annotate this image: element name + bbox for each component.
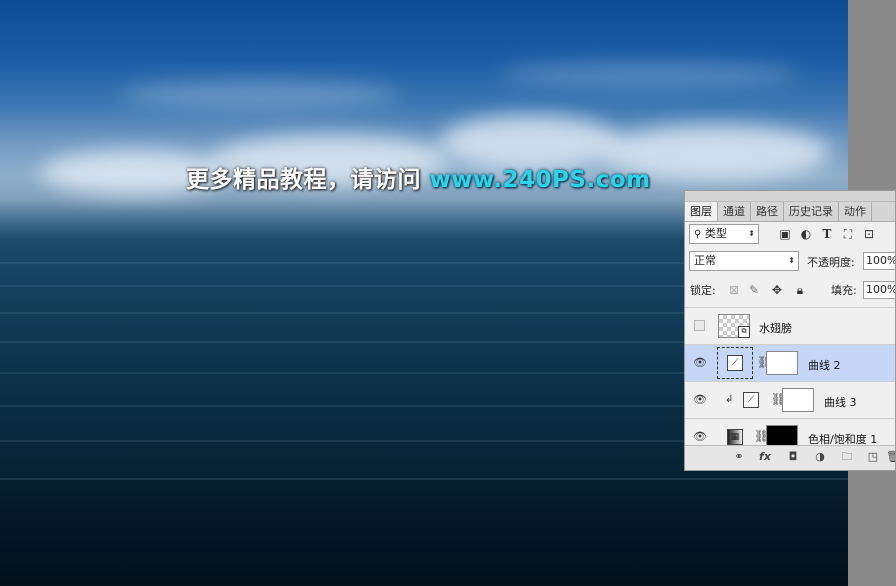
panel-footer: ⚭ fx ◘ ◑ 🗀︎ ◳ 🗑︎ (685, 445, 895, 470)
mask-icon[interactable]: ◘ (785, 450, 801, 464)
tab-actions[interactable]: 动作 (839, 202, 872, 221)
image-filter-icon[interactable]: ▣ (778, 227, 792, 241)
fill-field[interactable]: 100% (863, 281, 895, 299)
search-icon: ⚲ (694, 229, 702, 240)
tab-history[interactable]: 历史记录 (784, 202, 839, 221)
opacity-label: 不透明度: (807, 256, 855, 269)
layer-mask-thumbnail[interactable] (766, 351, 798, 375)
tab-layers[interactable]: 图层 (685, 202, 718, 221)
layer-mask-thumbnail[interactable] (782, 388, 814, 412)
eye-icon[interactable]: 👁︎ (693, 430, 707, 444)
lock-transparent-icon[interactable]: ⊠ (727, 283, 741, 297)
lock-position-icon[interactable]: ✥ (770, 283, 784, 297)
layer-row-selected[interactable]: 👁︎ ⟋ ⛓ 曲线 2 (685, 344, 895, 381)
tab-paths[interactable]: 路径 (751, 202, 784, 221)
layer-filter-dropdown[interactable]: ⚲ 类型 ⬍ (689, 224, 759, 244)
watermark-cn: 更多精品教程，请访问 (186, 167, 421, 193)
layers-panel: 图层 通道 路径 历史记录 动作 ⚲ 类型 ⬍ ▣ ◐ T ⛶ ⊡ 正常 ⬍ 不… (684, 190, 896, 471)
blend-mode-value: 正常 (694, 254, 716, 267)
shape-filter-icon[interactable]: ⛶ (841, 227, 855, 241)
panel-titlebar[interactable] (685, 191, 895, 202)
chevron-updown-icon: ⬍ (748, 229, 755, 238)
adjustment-filter-icon[interactable]: ◐ (799, 227, 813, 241)
eye-icon[interactable]: 👁︎ (693, 393, 707, 407)
layer-name: 曲线 2 (808, 359, 841, 372)
layer-row[interactable]: 👁︎ ↲ ⟋ ⛓ 曲线 3 (685, 381, 895, 418)
chevron-updown-icon: ⬍ (788, 256, 795, 265)
fx-icon[interactable]: fx (757, 450, 773, 464)
lock-image-icon[interactable]: ✎ (747, 283, 761, 297)
folder-icon[interactable]: 🗀︎ (839, 450, 855, 464)
cloud (120, 80, 400, 110)
curves-icon: ⟋ (727, 355, 743, 371)
tab-channels[interactable]: 通道 (718, 202, 751, 221)
trash-icon[interactable]: 🗑︎ (885, 450, 895, 464)
fill-label: 填充: (831, 284, 857, 297)
eye-icon[interactable]: 👁︎ (693, 356, 707, 370)
adjustment-icon[interactable]: ◑ (812, 450, 828, 464)
clipping-arrow-icon: ↲ (725, 394, 734, 405)
opacity-field[interactable]: 100% (863, 252, 895, 270)
blend-mode-dropdown[interactable]: 正常 ⬍ (689, 251, 799, 271)
link-icon[interactable]: ⚭ (731, 450, 747, 464)
lock-label: 锁定: (690, 284, 716, 297)
watermark-text: 更多精品教程，请访问 www.240PS.com (186, 160, 651, 194)
smartobject-filter-icon[interactable]: ⊡ (862, 227, 876, 241)
layer-name: 水翅膀 (759, 322, 792, 335)
cloud (500, 60, 800, 88)
filter-value: 类型 (704, 227, 727, 240)
layer-name: 曲线 3 (824, 396, 857, 409)
layer-thumbnail: ⧉ (718, 314, 750, 338)
panel-tabs: 图层 通道 路径 历史记录 动作 (685, 202, 895, 222)
curves-icon: ⟋ (743, 392, 759, 408)
hue-saturation-icon: ▦ (727, 429, 743, 445)
layer-row[interactable]: ⧉ 水翅膀 (685, 307, 895, 344)
lock-all-icon[interactable]: 🔒︎ (793, 283, 807, 297)
watermark-url: www.240PS.com (429, 167, 651, 193)
visibility-toggle-off[interactable] (694, 320, 705, 331)
smart-object-badge-icon: ⧉ (738, 326, 750, 338)
type-filter-icon[interactable]: T (820, 227, 834, 241)
new-layer-icon[interactable]: ◳ (865, 450, 881, 464)
